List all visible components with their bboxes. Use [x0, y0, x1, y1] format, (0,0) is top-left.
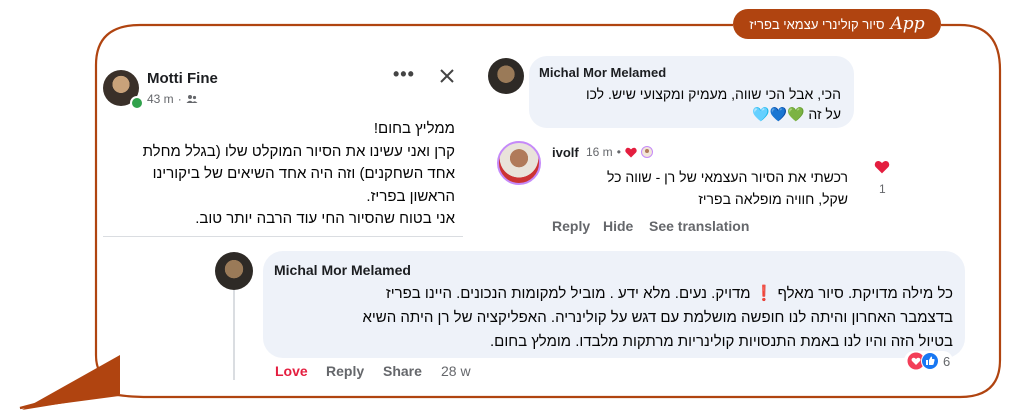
post-card: Motti Fine 43 m · ••• ממליץ בחום! קרן וא…: [103, 58, 463, 234]
friends-audience-icon: [186, 95, 198, 103]
comment-text: רכשתי את הסיור העצמאי של רן - שווה כל שק…: [600, 166, 848, 210]
share-button[interactable]: Share: [383, 363, 422, 379]
comment-bubble: Michal Mor Melamed כל מילה מדויקת. סיור …: [263, 251, 965, 358]
reply-button[interactable]: Reply: [326, 363, 364, 379]
comment-time[interactable]: 16 m: [586, 145, 613, 159]
author-avatar-mini-icon: [640, 146, 653, 158]
app-title-tag: App סיור קולינרי עצמאי בפריז: [733, 9, 941, 39]
hide-button[interactable]: Hide: [603, 218, 633, 234]
post-meta: 43 m ·: [147, 92, 198, 106]
comment-line: בדצמבר האחרון והיתה לנו חופשה מושלמת עם …: [362, 309, 953, 326]
post-line: קרן ואני עשינו את הסיור המוקלט שלו (בגלל…: [142, 142, 455, 160]
comment-text: כל מילה מדויקת. סיור מאלף ❗ מדויק. נעים.…: [275, 282, 953, 354]
comment-author[interactable]: ivolf: [552, 145, 579, 160]
avatar[interactable]: [215, 252, 253, 290]
post-line: אני בטוח שהסיור החי עוד הרבה יותר טוב.: [195, 210, 455, 227]
love-button[interactable]: Love: [275, 363, 308, 379]
reply-button[interactable]: Reply: [552, 218, 590, 234]
close-x-icon[interactable]: [440, 69, 454, 83]
comment-time[interactable]: 28 w: [441, 363, 471, 379]
avatar[interactable]: [497, 141, 541, 185]
more-dots-icon[interactable]: •••: [393, 64, 415, 85]
see-translation-button[interactable]: See translation: [649, 218, 749, 234]
avatar[interactable]: [488, 58, 524, 94]
post-time[interactable]: 43 m: [147, 92, 174, 106]
post-line: ממליץ בחום!: [373, 120, 455, 137]
comment-line: בטיול הזה והיו לנו באמת התנסויות קולינרי…: [489, 333, 953, 350]
comment-line: רכשתי את הסיור העצמאי של רן - שווה כל: [606, 169, 848, 185]
post-author[interactable]: Motti Fine: [147, 70, 218, 87]
comment-meta: 16 m •: [586, 145, 653, 159]
like-reaction-icon: [921, 352, 939, 370]
post-line: הראשון בפריז.: [366, 187, 455, 205]
thread-line: [233, 290, 235, 380]
author-heart-icon: [625, 147, 637, 157]
like-heart-icon[interactable]: [874, 160, 890, 174]
post-divider: [103, 236, 463, 237]
comment-line: שקל, חוויה מופלאה בפריז: [698, 191, 848, 207]
reaction-summary[interactable]: 6: [904, 351, 954, 371]
comment-line: כל מילה מדויקת. סיור מאלף ❗ מדויק. נעים.…: [385, 285, 953, 302]
like-count: 1: [879, 182, 886, 196]
comment-line: על זה 💚💙🩵: [752, 106, 841, 122]
comment-text: הכי, אבל הכי שווה, מעמיק ומקצועי שיש. לכ…: [539, 84, 841, 124]
comment-author[interactable]: Michal Mor Melamed: [539, 65, 666, 80]
app-word: App: [890, 14, 925, 34]
reaction-count: 6: [943, 353, 951, 369]
comment-bubble: Michal Mor Melamed הכי, אבל הכי שווה, מע…: [529, 56, 854, 128]
comment-author[interactable]: Michal Mor Melamed: [274, 262, 411, 278]
comment-line: הכי, אבל הכי שווה, מעמיק ומקצועי שיש. לכ…: [585, 86, 841, 102]
post-line: אחד השחקנים) וזה היה אחד השיאים של ביקור…: [152, 165, 455, 182]
tag-title: סיור קולינרי עצמאי בפריז: [749, 16, 885, 32]
post-body: ממליץ בחום! קרן ואני עשינו את הסיור המוק…: [103, 118, 455, 231]
online-dot: [130, 96, 144, 110]
